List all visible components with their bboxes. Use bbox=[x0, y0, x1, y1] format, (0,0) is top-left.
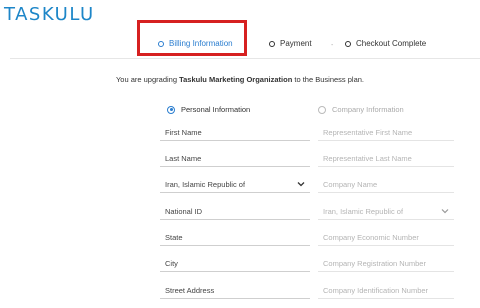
chevron-down-icon bbox=[297, 182, 305, 187]
step-circle-icon bbox=[269, 40, 275, 47]
country-select[interactable]: Iran, Islamic Republic of bbox=[160, 177, 310, 193]
step-checkout-complete[interactable]: Checkout Complete bbox=[345, 39, 426, 48]
radio-unchecked-icon bbox=[318, 105, 326, 114]
organization-name: Taskulu Marketing Organization bbox=[179, 75, 293, 84]
radio-label: Personal Information bbox=[181, 105, 251, 114]
city-field[interactable]: City bbox=[160, 256, 310, 272]
street-address-field[interactable]: Street Address bbox=[160, 283, 310, 299]
header-divider bbox=[10, 58, 480, 59]
first-name-field[interactable]: First Name bbox=[160, 125, 310, 141]
company-registration-number-field[interactable]: Company Registration Number bbox=[318, 256, 454, 272]
company-identification-number-field[interactable]: Company Identification Number bbox=[318, 283, 454, 299]
company-economic-number-field[interactable]: Company Economic Number bbox=[318, 230, 454, 246]
radio-checked-icon bbox=[167, 105, 175, 114]
radio-label: Company Information bbox=[332, 105, 404, 114]
step-label: Checkout Complete bbox=[356, 39, 427, 48]
taskulu-logo[interactable]: TASKULU bbox=[4, 4, 95, 25]
representative-first-name-field[interactable]: Representative First Name bbox=[318, 125, 454, 141]
state-field[interactable]: State bbox=[160, 230, 310, 246]
step-label: Payment bbox=[280, 39, 312, 48]
national-id-field[interactable]: National ID bbox=[160, 204, 310, 220]
step-payment[interactable]: Payment bbox=[269, 39, 312, 48]
company-name-field[interactable]: Company Name bbox=[318, 177, 454, 193]
radio-personal-information[interactable]: Personal Information bbox=[167, 105, 250, 114]
highlight-annotation-box bbox=[137, 20, 247, 56]
company-country-select[interactable]: Iran, Islamic Republic of bbox=[318, 204, 454, 220]
chevron-down-icon bbox=[441, 209, 449, 214]
representative-last-name-field[interactable]: Representative Last Name bbox=[318, 151, 454, 167]
last-name-field[interactable]: Last Name bbox=[160, 151, 310, 167]
step-separator: - bbox=[331, 42, 334, 49]
upgrade-intro-text: You are upgrading Taskulu Marketing Orga… bbox=[115, 75, 365, 84]
step-circle-icon bbox=[345, 40, 351, 47]
radio-company-information[interactable]: Company Information bbox=[318, 105, 404, 114]
